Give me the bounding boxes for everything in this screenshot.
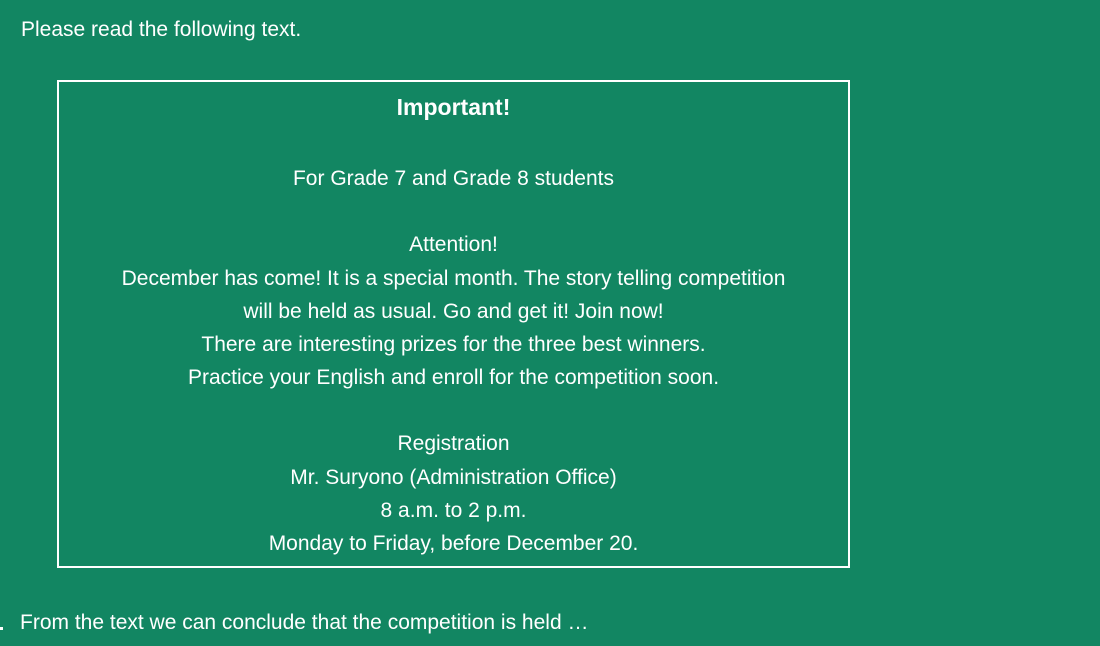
question-text: From the text we can conclude that the c… xyxy=(20,611,589,634)
notice-hours: 8 a.m. to 2 p.m. xyxy=(380,499,527,522)
notice-box: Important! For Grade 7 and Grade 8 stude… xyxy=(57,80,850,568)
notice-attention: Attention! xyxy=(409,233,498,256)
instruction-text: Please read the following text. xyxy=(21,18,302,41)
notice-contact: Mr. Suryono (Administration Office) xyxy=(290,466,617,489)
notice-audience: For Grade 7 and Grade 8 students xyxy=(292,167,615,190)
notice-body-line-1: December has come! It is a special month… xyxy=(121,267,786,290)
question-bullet xyxy=(0,627,3,630)
notice-body-line-3: There are interesting prizes for the thr… xyxy=(201,333,706,356)
notice-body-line-4: Practice your English and enroll for the… xyxy=(187,366,720,389)
notice-title: Important! xyxy=(396,94,511,120)
notice-body-line-2: will be held as usual. Go and get it! Jo… xyxy=(243,300,664,323)
notice-registration-heading: Registration xyxy=(397,432,510,455)
notice-days: Monday to Friday, before December 20. xyxy=(268,532,639,555)
